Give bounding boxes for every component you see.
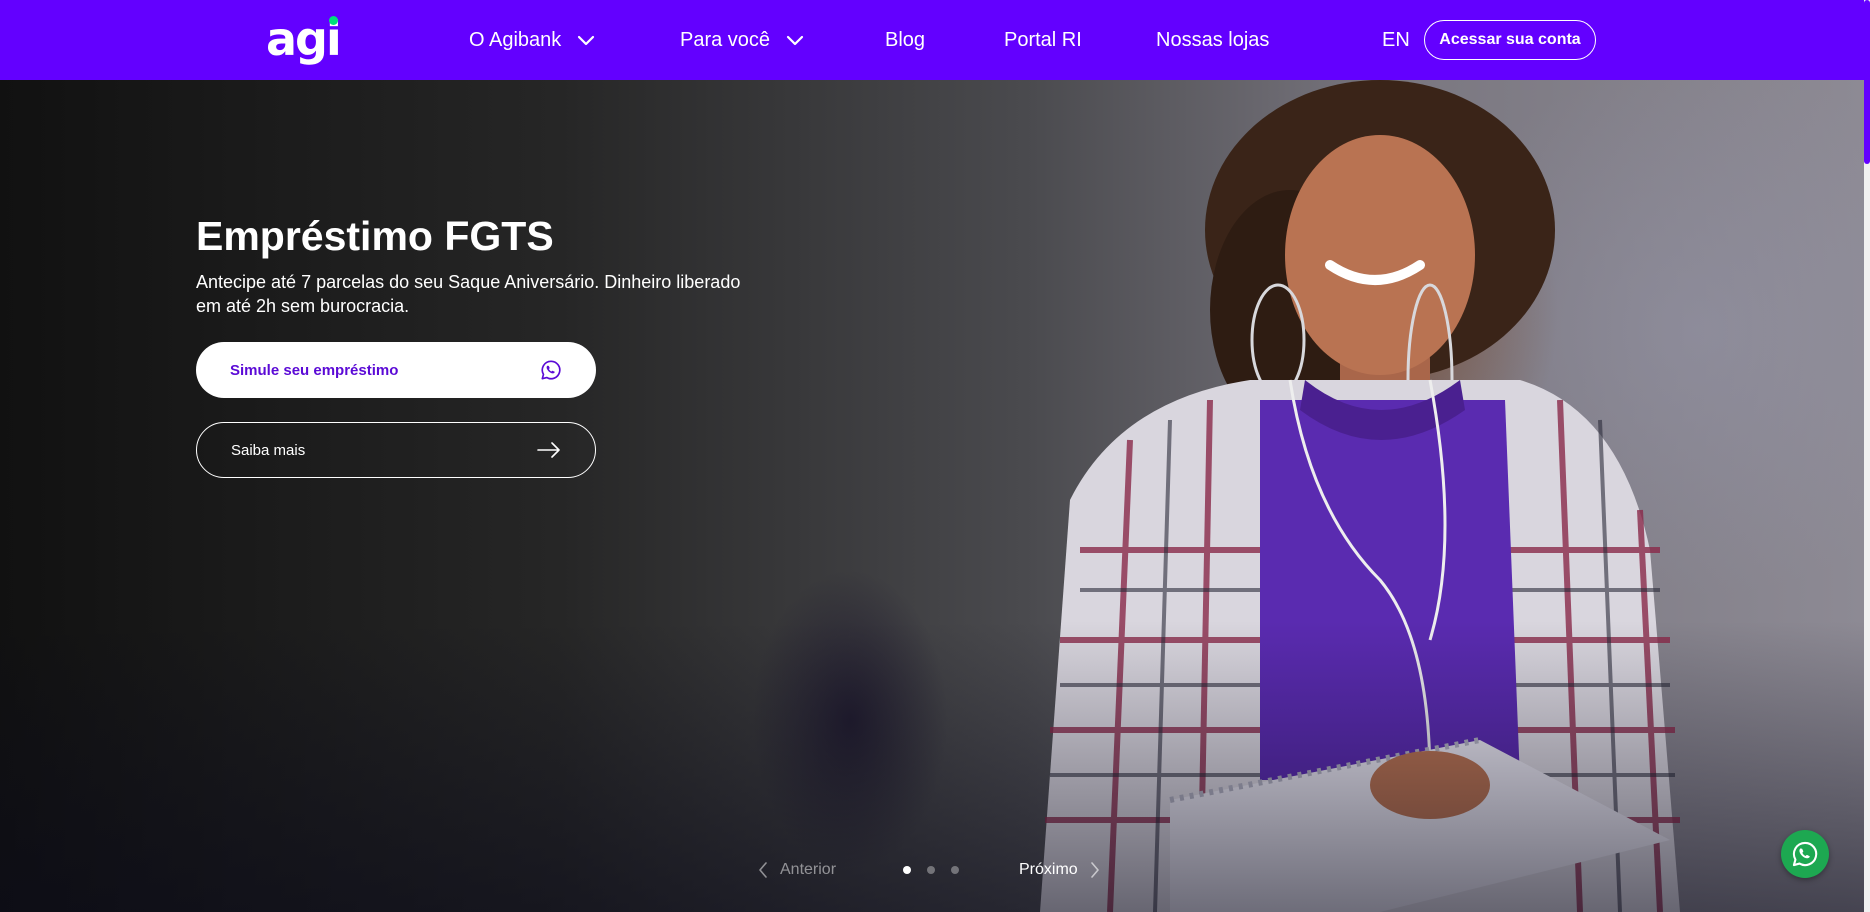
nav-label-portal-ri: Portal RI — [1004, 29, 1082, 51]
hero-banner: Empréstimo FGTS Antecipe até 7 parcelas … — [0, 80, 1864, 912]
language-switch[interactable]: EN — [1382, 22, 1410, 58]
nav-label-o-agibank: O Agibank — [469, 29, 562, 51]
learn-more-button[interactable]: Saiba mais — [196, 422, 596, 478]
logo-dot — [329, 16, 338, 25]
chevron-right-icon — [1090, 862, 1099, 878]
carousel-prev-button[interactable]: Anterior — [758, 858, 836, 882]
chevron-left-icon — [759, 862, 767, 878]
agi-logo[interactable]: agi — [266, 10, 346, 68]
hero-title: Empréstimo FGTS — [196, 213, 554, 259]
carousel-next-button[interactable]: Próximo — [1019, 858, 1100, 882]
chevron-down-icon — [578, 35, 595, 46]
chevron-down-icon — [786, 35, 804, 46]
nav-label-nossas-lojas: Nossas lojas — [1156, 29, 1270, 51]
carousel-next-label: Próximo — [1019, 861, 1078, 878]
carousel-dot-1[interactable] — [903, 866, 911, 874]
nav-item-nossas-lojas[interactable]: Nossas lojas — [1156, 22, 1269, 58]
nav-item-portal-ri[interactable]: Portal RI — [1004, 22, 1082, 58]
whatsapp-icon — [541, 360, 561, 380]
simulate-loan-button[interactable]: Simule seu empréstimo — [196, 342, 596, 398]
carousel-prev-label: Anterior — [780, 861, 837, 878]
whatsapp-icon — [1792, 841, 1818, 867]
nav-label-para-voce: Para você — [680, 29, 771, 51]
nav-item-para-voce[interactable]: Para você — [680, 22, 806, 58]
carousel-dot-2[interactable] — [927, 866, 935, 874]
access-account-button[interactable]: Acessar sua conta — [1424, 20, 1596, 60]
carousel-dot-3[interactable] — [951, 866, 959, 874]
scrollbar-thumb[interactable] — [1864, 0, 1870, 164]
nav-item-blog[interactable]: Blog — [885, 22, 925, 58]
whatsapp-float-button[interactable] — [1781, 830, 1829, 878]
simulate-loan-label: Simule seu empréstimo — [230, 361, 399, 379]
top-header: agi O Agibank Para você Blog Portal RI N… — [0, 0, 1870, 80]
hero-subtitle: Antecipe até 7 parcelas do seu Saque Ani… — [196, 272, 741, 316]
nav-item-o-agibank[interactable]: O Agibank — [469, 22, 597, 58]
hero-gradient-overlay — [0, 80, 1864, 912]
page-scrollbar[interactable] — [1864, 0, 1870, 912]
learn-more-label: Saiba mais — [231, 441, 306, 459]
arrow-right-icon — [537, 442, 560, 458]
nav-label-blog: Blog — [885, 29, 926, 51]
